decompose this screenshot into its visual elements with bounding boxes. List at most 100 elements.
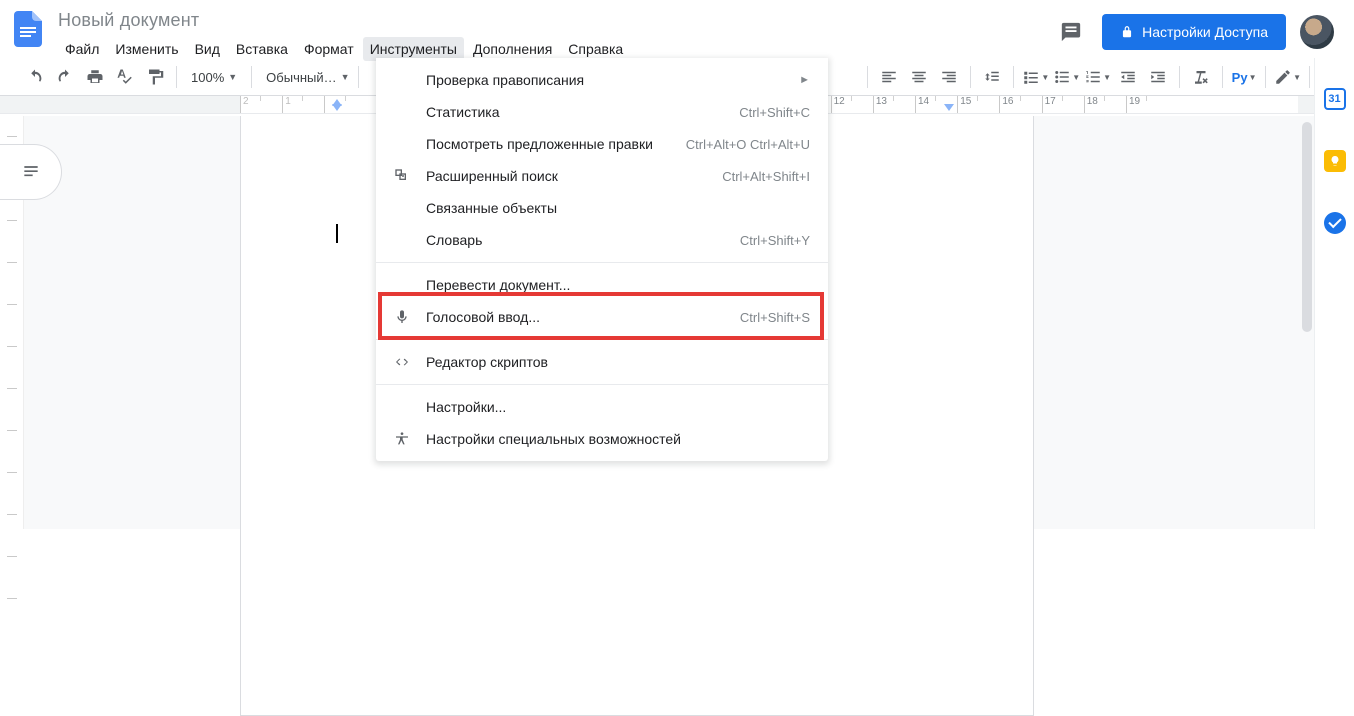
chevron-down-icon: ▼: [228, 72, 237, 82]
indent-increase-button[interactable]: [1145, 64, 1171, 90]
vertical-scrollbar[interactable]: [1300, 116, 1312, 529]
lock-icon: [1120, 25, 1134, 39]
hanging-indent-marker[interactable]: [332, 99, 342, 106]
chevron-down-icon: ▼: [341, 72, 350, 82]
menu-item-label: Редактор скриптов: [426, 354, 810, 370]
indent-decrease-button[interactable]: [1115, 64, 1141, 90]
menu-item-shortcut: Ctrl+Alt+Shift+I: [722, 169, 810, 184]
right-indent-marker[interactable]: [944, 104, 954, 111]
menu-item[interactable]: Связанные объекты: [376, 192, 828, 224]
ruler-margin-left: [0, 96, 240, 113]
menu-item-label: Посмотреть предложенные правки: [426, 136, 672, 152]
bulb-icon: [1329, 155, 1341, 167]
ruler-tick: 19: [1126, 96, 1168, 114]
toolbar-separator: [1265, 66, 1266, 88]
menu-item[interactable]: Редактор скриптов: [376, 346, 828, 378]
align-left-button[interactable]: [876, 64, 902, 90]
ruler-tick: [7, 346, 17, 347]
ruler-tick: 12: [831, 96, 873, 114]
menu-item[interactable]: Настройки...: [376, 391, 828, 423]
menu-insert[interactable]: Вставка: [229, 37, 295, 61]
menu-item-label: Статистика: [426, 104, 725, 120]
undo-button[interactable]: [22, 64, 48, 90]
comment-icon: [1060, 21, 1082, 43]
editing-mode-button[interactable]: ▼: [1274, 64, 1301, 90]
toolbar-separator: [1179, 66, 1180, 88]
input-tools-button[interactable]: Ру▼: [1231, 64, 1257, 90]
title-area: Новый документ Файл Изменить Вид Вставка…: [54, 6, 630, 61]
ruler-tick: [7, 598, 17, 599]
chevron-down-icon: ▼: [1293, 73, 1301, 82]
toolbar-separator: [867, 66, 868, 88]
zoom-value: 100%: [191, 70, 224, 85]
text-cursor: [336, 224, 338, 243]
menu-item-label: Перевести документ...: [426, 277, 810, 293]
spellcheck-button[interactable]: [112, 64, 138, 90]
menu-item-label: Настройки...: [426, 399, 810, 415]
calendar-app-icon[interactable]: 31: [1324, 88, 1346, 110]
ruler-tick: 15: [957, 96, 999, 114]
scrollbar-thumb[interactable]: [1302, 122, 1312, 332]
docs-logo-icon[interactable]: [8, 9, 48, 49]
redo-button[interactable]: [52, 64, 78, 90]
menu-item-shortcut: Ctrl+Alt+O Ctrl+Alt+U: [686, 137, 810, 152]
print-button[interactable]: [82, 64, 108, 90]
ruler-tick: [7, 430, 17, 431]
ruler-tick: [7, 304, 17, 305]
header-right: Настройки Доступа: [1054, 6, 1346, 50]
share-button[interactable]: Настройки Доступа: [1102, 14, 1286, 50]
toolbar-separator: [251, 66, 252, 88]
menu-item[interactable]: Перевести документ...: [376, 269, 828, 301]
checklist-button[interactable]: ▼: [1022, 64, 1049, 90]
paragraph-style-select[interactable]: Обычный… ▼: [260, 70, 350, 85]
paint-format-button[interactable]: [142, 64, 168, 90]
bulleted-list-button[interactable]: ▼: [1053, 64, 1080, 90]
style-value: Обычный…: [266, 70, 336, 85]
ruler-tick: [7, 556, 17, 557]
menu-separator: [376, 384, 828, 385]
menu-item[interactable]: Расширенный поиск Ctrl+Alt+Shift+I: [376, 160, 828, 192]
tools-dropdown-menu: Проверка правописания►СтатистикаCtrl+Shi…: [376, 58, 828, 461]
menu-item[interactable]: Голосовой ввод...Ctrl+Shift+S: [376, 301, 828, 333]
ruler-tick: 13: [873, 96, 915, 114]
line-spacing-button[interactable]: [979, 64, 1005, 90]
toolbar-separator: [1222, 66, 1223, 88]
document-title[interactable]: Новый документ: [58, 10, 630, 31]
menu-item[interactable]: Посмотреть предложенные правки Ctrl+Alt+O…: [376, 128, 828, 160]
app-header: Новый документ Файл Изменить Вид Вставка…: [0, 0, 1354, 58]
ruler-tick: 2: [240, 96, 282, 114]
keep-app-icon[interactable]: [1324, 150, 1346, 172]
chevron-down-icon: ▼: [1041, 73, 1049, 82]
ruler-tick: 17: [1042, 96, 1084, 114]
document-outline-button[interactable]: [0, 144, 62, 200]
share-label: Настройки Доступа: [1142, 24, 1268, 40]
menu-view[interactable]: Вид: [188, 37, 227, 61]
menu-item[interactable]: Настройки специальных возможностей: [376, 423, 828, 455]
numbered-list-button[interactable]: ▼: [1084, 64, 1111, 90]
menu-item[interactable]: Проверка правописания►: [376, 64, 828, 96]
menu-format[interactable]: Формат: [297, 37, 361, 61]
comments-button[interactable]: [1054, 15, 1088, 49]
menu-file[interactable]: Файл: [58, 37, 106, 61]
clear-formatting-button[interactable]: [1188, 64, 1214, 90]
account-avatar[interactable]: [1300, 15, 1334, 49]
code-icon: [392, 354, 412, 370]
menu-item-label: Словарь: [426, 232, 726, 248]
menu-separator: [376, 262, 828, 263]
ruler-tick: [7, 514, 17, 515]
menu-item-label: Расширенный поиск: [426, 168, 708, 184]
toolbar-separator: [970, 66, 971, 88]
zoom-select[interactable]: 100% ▼: [185, 70, 243, 85]
ruler-tick: 1: [282, 96, 324, 114]
menu-item[interactable]: СтатистикаCtrl+Shift+C: [376, 96, 828, 128]
chevron-down-icon: ▼: [1249, 73, 1257, 82]
menu-separator: [376, 339, 828, 340]
menu-edit[interactable]: Изменить: [108, 37, 185, 61]
tasks-app-icon[interactable]: [1324, 212, 1346, 234]
align-center-button[interactable]: [906, 64, 932, 90]
menu-item[interactable]: СловарьCtrl+Shift+Y: [376, 224, 828, 256]
toolbar-separator: [1309, 66, 1310, 88]
align-right-button[interactable]: [936, 64, 962, 90]
menu-item-shortcut: Ctrl+Shift+S: [740, 310, 810, 325]
chevron-down-icon: ▼: [1103, 73, 1111, 82]
